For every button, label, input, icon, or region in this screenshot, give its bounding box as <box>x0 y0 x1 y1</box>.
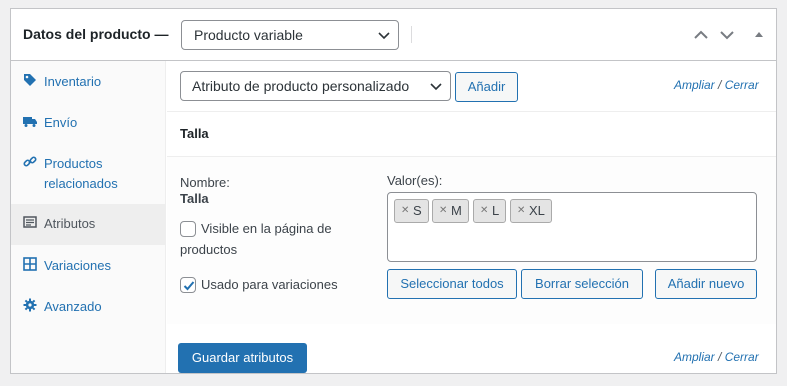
tab-envio[interactable]: Envío <box>11 113 166 143</box>
attribute-header-name: Talla <box>180 126 209 141</box>
link-separator: / <box>718 350 722 364</box>
tag-icon <box>24 74 36 86</box>
values-select[interactable]: ✕ S ✕ M ✕ L ✕ XL <box>387 192 757 262</box>
tab-label: Productos relacionados <box>44 156 118 191</box>
link-icon <box>23 156 37 167</box>
tab-label: Inventario <box>44 74 102 89</box>
tab-inventario[interactable]: Inventario <box>11 72 166 102</box>
collapse-toggle-icon[interactable] <box>750 26 768 44</box>
save-attributes-button[interactable]: Guardar atributos <box>178 343 307 373</box>
footer-expand-close: Ampliar / Cerrar <box>674 350 759 364</box>
expand-all-link[interactable]: Ampliar <box>674 350 715 364</box>
add-new-value-button[interactable]: Añadir nuevo <box>655 269 757 299</box>
attribute-item-header[interactable]: Talla <box>167 112 776 157</box>
close-all-link[interactable]: Cerrar <box>725 78 759 92</box>
variations-checkbox[interactable] <box>180 277 196 293</box>
attribute-item: Talla Nombre: Talla Visible en la página… <box>167 111 776 324</box>
tab-atributos[interactable]: Atributos <box>11 204 166 245</box>
remove-icon[interactable]: ✕ <box>439 200 447 222</box>
attribute-type-select[interactable]: Atributo de producto personalizado <box>180 71 451 101</box>
truck-icon <box>23 117 37 127</box>
visible-label-cont: productos <box>180 242 238 257</box>
panel-title: Datos del producto — <box>23 26 169 42</box>
toolbar-expand-close: Ampliar / Cerrar <box>674 78 759 92</box>
product-type-value: Producto variable <box>194 27 303 43</box>
tab-label: Atributos <box>44 216 96 231</box>
tab-productos-relacionados[interactable]: Productos relacionados <box>11 154 166 196</box>
name-value: Talla <box>180 191 209 206</box>
value-token[interactable]: ✕ XL <box>510 199 552 223</box>
add-attribute-button[interactable]: Añadir <box>455 72 518 102</box>
visible-label: Visible en la página de <box>201 221 332 236</box>
value-token[interactable]: ✕ S <box>394 199 429 223</box>
attribute-type-value: Atributo de producto personalizado <box>192 78 410 94</box>
values-label: Valor(es): <box>387 173 443 188</box>
grid-icon <box>23 257 37 271</box>
close-all-link[interactable]: Cerrar <box>725 350 759 364</box>
link-separator: / <box>718 78 722 92</box>
move-down-icon[interactable] <box>718 26 736 44</box>
visible-checkbox[interactable] <box>180 221 196 237</box>
attributes-panel: Atributo de producto personalizado Añadi… <box>167 61 776 373</box>
remove-icon[interactable]: ✕ <box>401 200 409 222</box>
header-divider <box>411 26 412 43</box>
expand-all-link[interactable]: Ampliar <box>674 78 715 92</box>
gear-icon <box>23 298 37 312</box>
tab-label: Envío <box>44 115 78 130</box>
select-all-button[interactable]: Seleccionar todos <box>387 269 517 299</box>
chevron-down-icon <box>430 83 442 91</box>
tab-label: Variaciones <box>44 258 111 273</box>
chevron-down-icon <box>378 32 390 40</box>
product-data-tabs: Inventario Envío Productos relacionados … <box>11 61 166 373</box>
variations-label: Usado para variaciones <box>201 277 338 292</box>
product-data-panel: Datos del producto — Producto variable I… <box>10 8 777 374</box>
product-type-select[interactable]: Producto variable <box>181 20 399 50</box>
move-up-icon[interactable] <box>692 26 710 44</box>
tab-label: Avanzado <box>44 299 102 314</box>
checkmark-icon <box>183 281 195 291</box>
value-token[interactable]: ✕ M <box>432 199 469 223</box>
attribute-item-body: Nombre: Talla Visible en la página de pr… <box>167 157 776 324</box>
remove-icon[interactable]: ✕ <box>517 200 525 222</box>
tab-variaciones[interactable]: Variaciones <box>11 256 166 286</box>
list-icon <box>23 216 37 228</box>
tab-avanzado[interactable]: Avanzado <box>11 297 166 327</box>
clear-selection-button[interactable]: Borrar selección <box>521 269 643 299</box>
remove-icon[interactable]: ✕ <box>480 200 488 222</box>
value-token[interactable]: ✕ L <box>473 199 507 223</box>
panel-header: Datos del producto — Producto variable <box>11 9 776 61</box>
